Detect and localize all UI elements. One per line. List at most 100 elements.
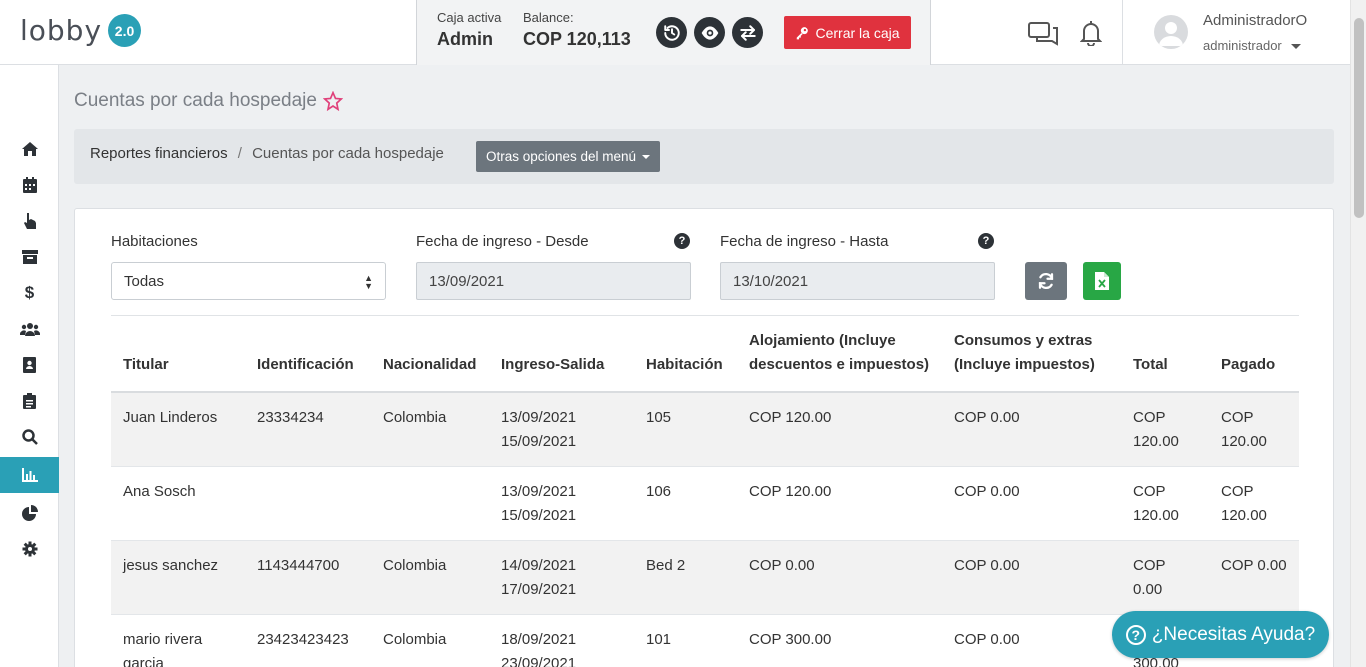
cell-lodging: COP 300.00 (737, 614, 942, 667)
question-circle-icon: ? (1125, 624, 1146, 645)
export-excel-button[interactable] (1083, 262, 1121, 300)
star-icon[interactable] (322, 91, 343, 111)
close-cashbox-button[interactable]: Cerrar la caja (784, 16, 911, 49)
table-header-row: Titular Identificación Nacionalidad Ingr… (111, 323, 1299, 393)
sidebar-item-settings[interactable] (0, 531, 59, 567)
pie-chart-icon (22, 504, 38, 521)
sidebar-item-archive[interactable] (0, 239, 59, 275)
calendar-icon (22, 177, 37, 193)
checkin-date: 13/09/2021 (501, 483, 577, 500)
sidebar-item-guests[interactable] (0, 311, 59, 347)
cell-paid: COP 0.00 (1209, 540, 1299, 615)
date-from-help-icon[interactable]: ? (674, 233, 690, 249)
other-options-dropdown[interactable]: Otras opciones del menú (476, 141, 660, 172)
user-menu-toggle[interactable]: administrador (1203, 38, 1302, 53)
logo[interactable]: lobby 2.0 (20, 14, 142, 47)
key-icon (797, 26, 809, 39)
cell-nationality (371, 466, 489, 541)
date-from-input[interactable] (416, 262, 691, 300)
users-icon (19, 323, 40, 336)
checkout-date: 15/09/2021 (501, 507, 577, 524)
page-scrollbar[interactable] (1350, 0, 1366, 667)
user-name[interactable]: AdministradorO (1203, 12, 1307, 29)
chat-icon (1028, 22, 1058, 46)
history-icon (663, 24, 680, 41)
cell-id (245, 466, 371, 541)
user-separator (1122, 0, 1123, 65)
messages-button[interactable] (1028, 22, 1058, 51)
archive-icon (21, 250, 38, 264)
close-cashbox-label: Cerrar la caja (815, 24, 900, 41)
gear-icon (22, 541, 37, 557)
cell-extras: COP 0.00 (942, 391, 1121, 467)
cell-room: 101 (634, 614, 737, 667)
cell-holder: jesus sanchez (111, 540, 245, 615)
scrollbar-thumb[interactable] (1354, 18, 1364, 218)
sidebar-item-statistics[interactable] (0, 495, 59, 531)
table-row[interactable]: Juan Linderos 23334234 Colombia 13/09/20… (111, 391, 1299, 467)
breadcrumb-trail: Reportes financieros / Cuentas por cada … (90, 145, 444, 162)
date-to-label: Fecha de ingreso - Hasta (720, 233, 889, 250)
refresh-button[interactable] (1025, 262, 1067, 300)
eye-icon (701, 25, 718, 40)
breadcrumb-item-financial-reports[interactable]: Reportes financieros (90, 145, 228, 162)
col-header-paid[interactable]: Pagado (1209, 323, 1299, 393)
col-header-id[interactable]: Identificación (245, 323, 371, 393)
sidebar-item-finance[interactable]: $ (0, 275, 59, 311)
sidebar-item-tasks[interactable] (0, 383, 59, 419)
history-button[interactable] (656, 17, 687, 48)
table-row[interactable]: Ana Sosch 13/09/2021 15/09/2021 106 COP 1… (111, 466, 1299, 541)
active-cashbox: Caja activa Admin (437, 10, 501, 50)
cell-nationality: Colombia (371, 540, 489, 615)
view-button[interactable] (694, 17, 725, 48)
cell-id: 23423423423 (245, 614, 371, 667)
active-cashbox-value: Admin (437, 29, 493, 49)
cashbox-panel: Caja activa Admin Balance: COP 120,113 C… (416, 0, 931, 65)
cell-nationality: Colombia (371, 391, 489, 467)
col-header-checkin-checkout[interactable]: Ingreso-Salida (489, 323, 634, 393)
cell-id: 23334234 (245, 391, 371, 467)
clipboard-icon (23, 393, 36, 409)
checkout-date: 17/09/2021 (501, 581, 577, 598)
breadcrumb-separator: / (237, 145, 242, 162)
sidebar-item-search[interactable] (0, 419, 59, 455)
cell-room: 106 (634, 466, 737, 541)
balance: Balance: COP 120,113 (523, 10, 631, 50)
sidebar-item-reports[interactable] (0, 457, 59, 493)
sidebar-item-home[interactable] (0, 131, 59, 167)
help-widget-label: ¿Necesitas Ayuda? (1151, 623, 1316, 645)
home-icon (21, 142, 38, 156)
sidebar-item-contacts[interactable] (0, 347, 59, 383)
cell-checkin-checkout: 18/09/2021 23/09/2021 (489, 614, 634, 667)
rooms-select-value: Todas (124, 273, 165, 290)
logo-text: lobby (20, 14, 103, 47)
col-header-nationality[interactable]: Nacionalidad (371, 323, 489, 393)
col-header-lodging[interactable]: Alojamiento (Incluye descuentos e impues… (737, 323, 942, 393)
help-widget-button[interactable]: ? ¿Necesitas Ayuda? (1112, 611, 1329, 658)
page-title: Cuentas por cada hospedaje (74, 90, 317, 111)
filters-divider (111, 315, 1299, 316)
sidebar: $ (0, 65, 59, 667)
table-row[interactable]: jesus sanchez 1143444700 Colombia 14/09/… (111, 540, 1299, 615)
report-card: Habitaciones Fecha de ingreso - Desde ? … (74, 208, 1334, 667)
date-to-help-icon[interactable]: ? (978, 233, 994, 249)
breadcrumb: Reportes financieros / Cuentas por cada … (74, 129, 1334, 184)
checkin-date: 14/09/2021 (501, 557, 577, 574)
cell-extras: COP 0.00 (942, 614, 1121, 667)
col-header-room[interactable]: Habitación (634, 323, 737, 393)
notifications-button[interactable] (1079, 20, 1103, 51)
cell-checkin-checkout: 13/09/2021 15/09/2021 (489, 466, 634, 541)
date-from-label: Fecha de ingreso - Desde (416, 233, 589, 250)
sidebar-item-calendar[interactable] (0, 167, 59, 203)
avatar[interactable] (1154, 15, 1188, 49)
rooms-label: Habitaciones (111, 233, 198, 250)
checkin-date: 18/09/2021 (501, 631, 577, 648)
rooms-select[interactable]: Todas ▲ ▼ (111, 262, 386, 300)
col-header-total[interactable]: Total (1121, 323, 1209, 393)
col-header-holder[interactable]: Titular (111, 323, 245, 393)
transfer-button[interactable] (732, 17, 763, 48)
other-options-label: Otras opciones del menú (485, 149, 637, 164)
date-to-input[interactable] (720, 262, 995, 300)
sidebar-item-checkin[interactable] (0, 203, 59, 239)
col-header-extras[interactable]: Consumos y extras (Incluye impuestos) (942, 323, 1121, 393)
